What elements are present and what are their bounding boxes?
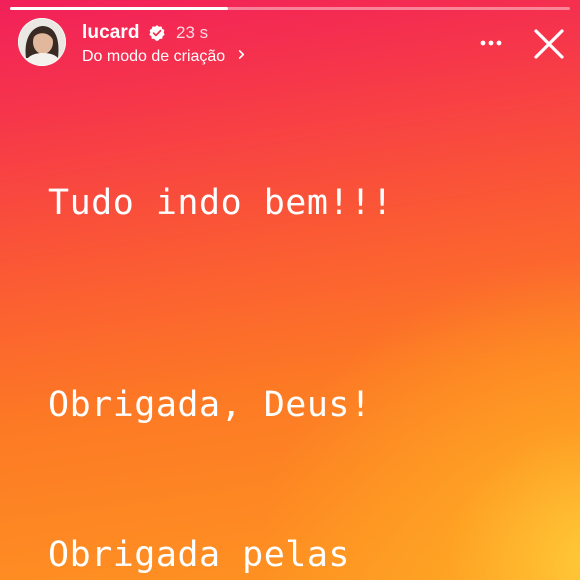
avatar[interactable] (18, 18, 66, 66)
more-horizontal-icon[interactable] (478, 31, 504, 55)
story-progress-fill (10, 7, 229, 10)
close-icon[interactable] (532, 27, 566, 61)
story-text-line: Obrigada, Deus! (48, 385, 372, 425)
story-text-line: Tudo indo bem!!! (48, 183, 394, 223)
story-progress-bar (10, 7, 570, 10)
story-header: lucard 23 s Do modo de criação (18, 18, 566, 70)
username[interactable]: lucard (82, 22, 140, 44)
story-timestamp: 23 s (176, 23, 209, 42)
story-text-line: Obrigada pelas (48, 535, 351, 575)
chevron-right-icon (238, 50, 244, 60)
story-viewer[interactable]: lucard 23 s Do modo de criação Tudo indo… (0, 0, 580, 580)
story-source-link[interactable]: Do modo de criação (82, 48, 246, 66)
verified-badge-icon (149, 25, 165, 41)
story-source-label: Do modo de criação (82, 48, 226, 65)
